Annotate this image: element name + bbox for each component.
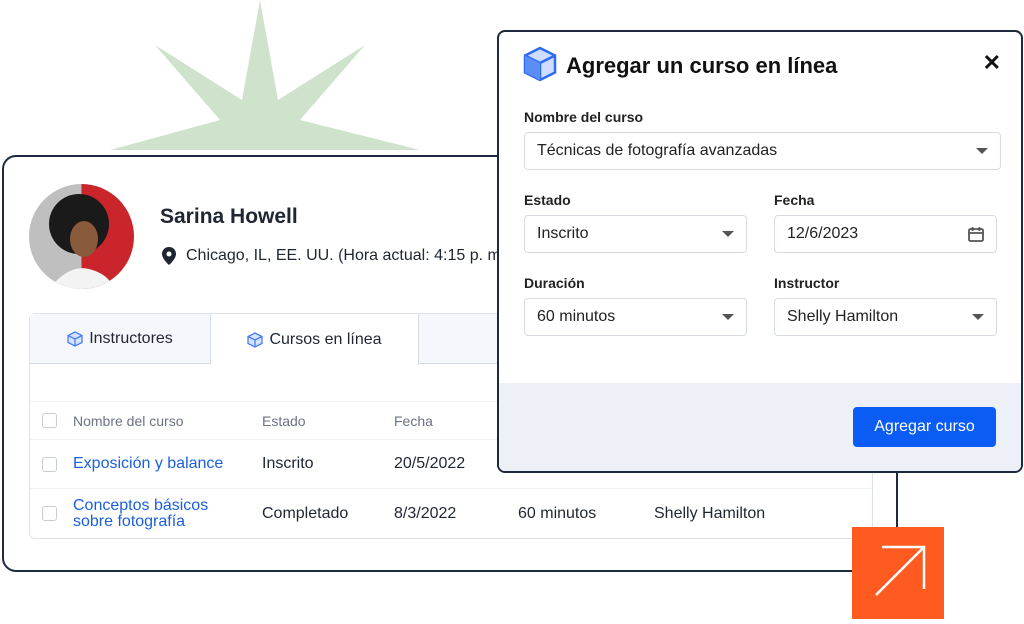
arrow-up-right-icon: [875, 545, 926, 596]
avatar: [29, 184, 134, 289]
course-link[interactable]: Exposición y balance: [73, 455, 223, 473]
close-icon[interactable]: ✕: [983, 50, 1001, 76]
instructor-label: Instructor: [774, 275, 840, 291]
add-course-button[interactable]: Agregar curso: [853, 407, 996, 447]
add-course-dialog: Agregar un curso en línea ✕ Nombre del c…: [497, 30, 1023, 473]
location-pin-icon: [162, 247, 176, 265]
profile-location: Chicago, IL, EE. UU. (Hora actual: 4:15 …: [162, 247, 502, 265]
row-checkbox[interactable]: [42, 506, 57, 521]
calendar-icon[interactable]: [968, 226, 984, 242]
date-label: Fecha: [774, 192, 815, 208]
status-value: Inscrito: [537, 225, 589, 242]
header-course-name: Nombre del curso: [73, 412, 184, 429]
tab-instructores[interactable]: Instructores: [30, 314, 211, 364]
select-all-checkbox[interactable]: [42, 413, 57, 428]
instructor-value: Shelly Hamilton: [787, 308, 899, 325]
starburst-decoration: [110, 0, 420, 150]
date-input[interactable]: 12/6/2023: [774, 215, 997, 253]
duration-cell: 60 minutos: [518, 504, 597, 522]
expand-arrow-button[interactable]: [852, 527, 944, 619]
header-status: Estado: [262, 412, 306, 429]
course-name-select[interactable]: Técnicas de fotografía avanzadas: [524, 132, 1001, 170]
duration-label: Duración: [524, 275, 585, 291]
tab-cursos-en-linea[interactable]: Cursos en línea: [211, 314, 419, 365]
status-cell: Inscrito: [262, 455, 314, 472]
course-name-value: Técnicas de fotografía avanzadas: [537, 142, 778, 159]
date-cell: 8/3/2022: [394, 504, 457, 522]
dialog-title: Agregar un curso en línea: [566, 53, 838, 78]
date-value: 12/6/2023: [787, 225, 859, 242]
status-select[interactable]: Inscrito: [524, 215, 747, 253]
course-link[interactable]: Conceptos básicos sobre fotografía: [73, 497, 223, 530]
chevron-down-icon: [722, 231, 734, 237]
cube-icon: [523, 46, 557, 82]
chevron-down-icon: [976, 148, 988, 154]
instructor-cell: Shelly Hamilton: [654, 504, 766, 522]
chevron-down-icon: [972, 314, 984, 320]
status-cell: Completado: [262, 504, 349, 522]
row-checkbox[interactable]: [42, 456, 57, 472]
connector-line: [896, 473, 898, 528]
date-cell: 20/5/2022: [394, 455, 466, 472]
dialog-footer: Agregar curso: [499, 383, 1021, 471]
duration-select[interactable]: 60 minutos: [524, 298, 747, 336]
duration-value: 60 minutos: [537, 308, 616, 325]
table-row: Conceptos básicos sobre fotografía Compl…: [30, 488, 872, 538]
chevron-down-icon: [722, 314, 734, 320]
status-label: Estado: [524, 192, 571, 208]
header-date: Fecha: [394, 412, 433, 429]
profile-name: Sarina Howell: [160, 205, 298, 228]
course-name-label: Nombre del curso: [524, 109, 644, 125]
cube-icon: [67, 331, 83, 347]
cube-icon: [247, 331, 264, 348]
instructor-select[interactable]: Shelly Hamilton: [774, 298, 997, 336]
